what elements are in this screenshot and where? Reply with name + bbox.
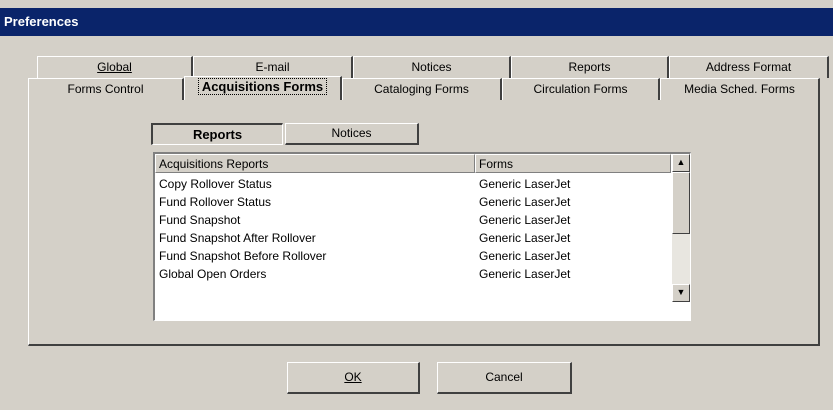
cancel-button[interactable]: Cancel bbox=[437, 362, 572, 394]
ok-button[interactable]: OK bbox=[287, 362, 420, 394]
list-item[interactable]: Global Open Orders Generic LaserJet bbox=[155, 265, 671, 283]
subtab-notices[interactable]: Notices bbox=[285, 123, 419, 145]
tab-reports[interactable]: Reports bbox=[511, 56, 669, 78]
preferences-window: Preferences Global E-mail Notices Report… bbox=[0, 0, 833, 410]
window-title: Preferences bbox=[0, 8, 833, 36]
scroll-thumb[interactable] bbox=[672, 172, 690, 234]
vertical-scrollbar[interactable]: ▲ ▼ bbox=[672, 154, 690, 302]
tab-forms-control[interactable]: Forms Control bbox=[28, 78, 184, 100]
list-item[interactable]: Fund Snapshot After Rollover Generic Lase… bbox=[155, 229, 671, 247]
reports-list[interactable]: Acquisitions Reports Forms Copy Rollover… bbox=[153, 152, 691, 321]
tab-cataloging-forms[interactable]: Cataloging Forms bbox=[342, 78, 502, 100]
tab-acquisitions-forms[interactable]: Acquisitions Forms bbox=[184, 76, 342, 100]
tab-email[interactable]: E-mail bbox=[193, 56, 353, 78]
list-item[interactable]: Fund Snapshot Generic LaserJet bbox=[155, 211, 671, 229]
tab-media-sched-forms[interactable]: Media Sched. Forms bbox=[660, 78, 820, 100]
scroll-down-icon[interactable]: ▼ bbox=[672, 284, 690, 302]
column-header-forms[interactable]: Forms bbox=[475, 154, 671, 173]
list-item[interactable]: Fund Snapshot Before Rollover Generic Las… bbox=[155, 247, 671, 265]
scroll-up-icon[interactable]: ▲ bbox=[672, 154, 690, 172]
tab-circulation-forms[interactable]: Circulation Forms bbox=[502, 78, 660, 100]
tab-global[interactable]: Global bbox=[37, 56, 193, 78]
list-item[interactable]: Copy Rollover Status Generic LaserJet bbox=[155, 175, 671, 193]
list-item[interactable]: Fund Rollover Status Generic LaserJet bbox=[155, 193, 671, 211]
subtab-reports[interactable]: Reports bbox=[151, 123, 283, 145]
tab-address-format[interactable]: Address Format bbox=[669, 56, 829, 78]
tab-notices[interactable]: Notices bbox=[353, 56, 511, 78]
column-header-reports[interactable]: Acquisitions Reports bbox=[155, 154, 475, 173]
